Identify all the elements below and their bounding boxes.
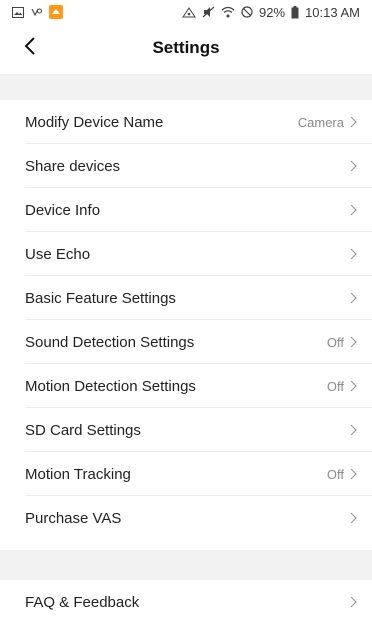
battery-percent: 92%	[259, 4, 286, 20]
mute-icon	[202, 6, 215, 18]
setting-label: Share devices	[25, 157, 121, 175]
section-divider	[0, 74, 372, 100]
status-bar-right: 92% 10:13 AM	[182, 5, 360, 20]
setting-device-info[interactable]: Device Info	[0, 188, 372, 232]
app-notification-icon	[49, 5, 63, 19]
gallery-icon	[12, 6, 24, 18]
setting-value: Camera	[297, 114, 344, 130]
setting-sound-detection[interactable]: Sound Detection Settings Off	[0, 320, 372, 364]
top-app-bar: Settings	[0, 24, 372, 72]
status-bar: 92% 10:13 AM	[0, 0, 372, 24]
setting-purchase-vas[interactable]: Purchase VAS	[0, 496, 372, 540]
chevron-right-icon	[350, 468, 358, 480]
status-bar-left	[12, 5, 63, 19]
chevron-right-icon	[350, 204, 358, 216]
setting-use-echo[interactable]: Use Echo	[0, 232, 372, 276]
wifi-icon	[221, 6, 235, 18]
setting-label: FAQ & Feedback	[25, 593, 140, 611]
settings-list-secondary: FAQ & Feedback	[0, 580, 372, 624]
setting-faq-feedback[interactable]: FAQ & Feedback	[0, 580, 372, 624]
chevron-right-icon	[350, 292, 358, 304]
chevron-right-icon	[350, 512, 358, 524]
setting-label: Purchase VAS	[25, 509, 122, 527]
setting-label: Motion Detection Settings	[25, 377, 196, 395]
setting-label: Use Echo	[25, 245, 91, 263]
setting-label: Device Info	[25, 201, 101, 219]
chevron-right-icon	[350, 380, 358, 392]
chevron-right-icon	[350, 596, 358, 608]
setting-value: Off	[326, 334, 344, 350]
chevron-left-icon	[23, 36, 37, 61]
setting-label: SD Card Settings	[25, 421, 141, 439]
chevron-right-icon	[350, 116, 358, 128]
chevron-right-icon	[350, 336, 358, 348]
page-title: Settings	[152, 38, 220, 57]
setting-motion-tracking[interactable]: Motion Tracking Off	[0, 452, 372, 496]
setting-label: Sound Detection Settings	[25, 333, 195, 351]
battery-icon	[291, 5, 299, 19]
setting-sd-card[interactable]: SD Card Settings	[0, 408, 372, 452]
setting-label: Basic Feature Settings	[25, 289, 176, 307]
chevron-right-icon	[350, 424, 358, 436]
setting-value: Off	[326, 378, 344, 394]
setting-motion-detection[interactable]: Motion Detection Settings Off	[0, 364, 372, 408]
back-button[interactable]	[16, 34, 44, 62]
hotspot-icon	[182, 6, 196, 18]
section-divider	[0, 550, 372, 580]
setting-value: Off	[326, 466, 344, 482]
setting-basic-feature-settings[interactable]: Basic Feature Settings	[0, 276, 372, 320]
setting-modify-device-name[interactable]: Modify Device Name Camera	[0, 100, 372, 144]
setting-label: Modify Device Name	[25, 113, 164, 131]
chevron-right-icon	[350, 248, 358, 260]
dnd-icon	[241, 6, 253, 18]
chevron-right-icon	[350, 160, 358, 172]
setting-label: Motion Tracking	[25, 465, 131, 483]
clock: 10:13 AM	[305, 4, 360, 20]
settings-list: Modify Device Name Camera Share devices …	[0, 100, 372, 540]
vibrate-icon	[30, 6, 43, 18]
setting-share-devices[interactable]: Share devices	[0, 144, 372, 188]
